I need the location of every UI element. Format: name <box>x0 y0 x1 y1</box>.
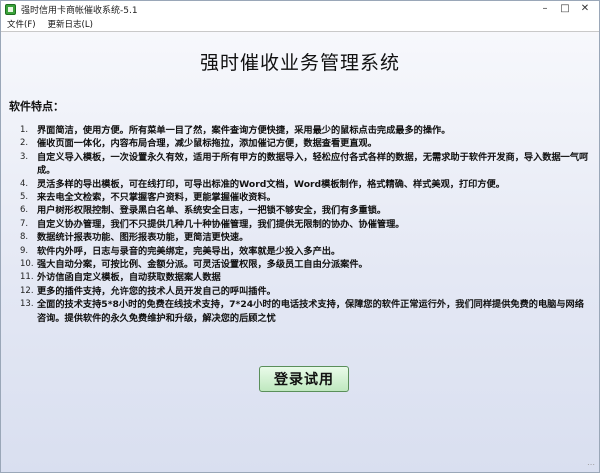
app-icon <box>5 3 16 15</box>
resize-grip-icon[interactable]: ⋯ <box>587 460 597 470</box>
feature-text: 用户树形权限控制、登录黑白名单、系统安全日志，一把锁不够安全，我们有多重锁。 <box>37 205 387 217</box>
feature-text: 数据统计报表功能、图形报表功能，更简洁更快速。 <box>37 232 249 244</box>
feature-text: 灵活多样的导出模板，可在线打印，可导出标准的Word文档，Word模板制作，格式… <box>37 178 505 190</box>
feature-number: 1. <box>20 125 29 135</box>
feature-number: 13. <box>20 299 34 310</box>
title-bar[interactable]: 强时信用卡商帐催收系统-5.1 – □ ✕ <box>1 1 599 17</box>
feature-text: 软件内外呼，日志与录音的完美绑定，完美导出，效率就是少投入多产出。 <box>37 245 341 257</box>
feature-item: 4. 灵活多样的导出模板，可在线打印，可导出标准的Word文档，Word模板制作，… <box>1 178 599 191</box>
feature-text: 强大自动分案，可按比例、金额分派。可灵活设置权限，多级员工自由分派案件。 <box>37 259 368 271</box>
feature-text: 更多的插件支持，允许您的技术人员开发自己的呼叫插件。 <box>37 285 276 297</box>
feature-item: 13. 全面的技术支持5*8小时的免费在线技术支持，7*24小时的电话技术支持，保… <box>1 298 599 325</box>
feature-list: 1. 界面简洁，使用方便。所有菜单一目了然，案件查询方便快捷，采用最少的鼠标点击完… <box>1 124 599 325</box>
feature-item: 5. 来去电全文检索，不只掌握客户资料，更能掌握催收资料。 <box>1 191 599 204</box>
page-title: 强时催收业务管理系统 <box>199 52 400 74</box>
feature-item: 10. 强大自动分案，可按比例、金额分派。可灵活设置权限，多级员工自由分派案件。 <box>1 258 599 271</box>
minimize-icon[interactable]: – <box>535 2 555 15</box>
feature-text: 来去电全文检索，不只掌握客户资料，更能掌握催收资料。 <box>37 192 276 204</box>
feature-number: 2. <box>20 138 29 149</box>
feature-number: 10. <box>20 259 34 270</box>
feature-text: 全面的技术支持5*8小时的免费在线技术支持，7*24小时的电话技术支持，保障您的… <box>37 299 584 324</box>
main-panel: 强时催收业务管理系统 软件特点： 1. 界面简洁，使用方便。所有菜单一目了然，案件… <box>1 32 599 472</box>
feature-number: 3. <box>20 151 29 162</box>
feature-number: 9. <box>20 245 29 256</box>
feature-item: 11. 外访信函自定义模板，自动获取数据案人数据 <box>1 271 599 284</box>
feature-text: 界面简洁，使用方便。所有菜单一目了然，案件查询方便快捷，采用最少的鼠标点击完成最… <box>37 125 451 136</box>
feature-number: 6. <box>20 205 29 216</box>
feature-text: 自定义导入模板，一次设置永久有效，适用于所有甲方的数据导入，轻松应付各式各样的数… <box>37 151 589 177</box>
feature-number: 12. <box>20 285 34 296</box>
feature-item: 7. 自定义协办管理，我们不只提供几种几十种协催管理，我们提供无限制的协办、协催管… <box>1 218 599 231</box>
close-icon[interactable]: ✕ <box>575 2 595 15</box>
feature-item: 3. 自定义导入模板，一次设置永久有效，适用于所有甲方的数据导入，轻松应付各式各样… <box>1 151 599 178</box>
feature-item: 8. 数据统计报表功能、图形报表功能，更简洁更快速。 <box>1 231 599 244</box>
maximize-icon[interactable]: □ <box>555 2 575 15</box>
feature-number: 11. <box>20 272 34 283</box>
feature-item: 12. 更多的插件支持，允许您的技术人员开发自己的呼叫插件。 <box>1 285 599 298</box>
feature-text: 催收页面一体化，内容布局合理，减少鼠标拖拉，添加催记方便，数据查看更直观。 <box>37 138 377 150</box>
feature-number: 4. <box>20 178 29 189</box>
feature-item: 9. 软件内外呼，日志与录音的完美绑定，完美导出，效率就是少投入多产出。 <box>1 245 599 258</box>
window-title: 强时信用卡商帐催收系统-5.1 <box>21 5 138 16</box>
menu-file[interactable]: 文件(F) <box>7 18 36 30</box>
feature-number: 5. <box>20 192 29 203</box>
login-trial-button[interactable]: 登录试用 <box>259 366 349 392</box>
feature-text: 外访信函自定义模板，自动获取数据案人数据 <box>37 272 221 284</box>
feature-item: 1. 界面简洁，使用方便。所有菜单一目了然，案件查询方便快捷，采用最少的鼠标点击完… <box>1 124 599 137</box>
feature-number: 7. <box>20 218 29 229</box>
feature-item: 2. 催收页面一体化，内容布局合理，减少鼠标拖拉，添加催记方便，数据查看更直观。 <box>1 137 599 150</box>
feature-item: 6. 用户树形权限控制、登录黑白名单、系统安全日志，一把锁不够安全，我们有多重锁。 <box>1 204 599 217</box>
app-window: 强时信用卡商帐催收系统-5.1 – □ ✕ 文件(F) 更新日志(L) 强时催收… <box>0 0 600 473</box>
features-heading: 软件特点： <box>9 100 64 113</box>
menu-update-log[interactable]: 更新日志(L) <box>48 18 93 30</box>
feature-number: 8. <box>20 232 29 243</box>
window-controls: – □ ✕ <box>535 2 595 15</box>
feature-text: 自定义协办管理，我们不只提供几种几十种协催管理，我们提供无限制的协办、协催管理。 <box>37 218 405 230</box>
menu-bar: 文件(F) 更新日志(L) <box>1 17 599 32</box>
